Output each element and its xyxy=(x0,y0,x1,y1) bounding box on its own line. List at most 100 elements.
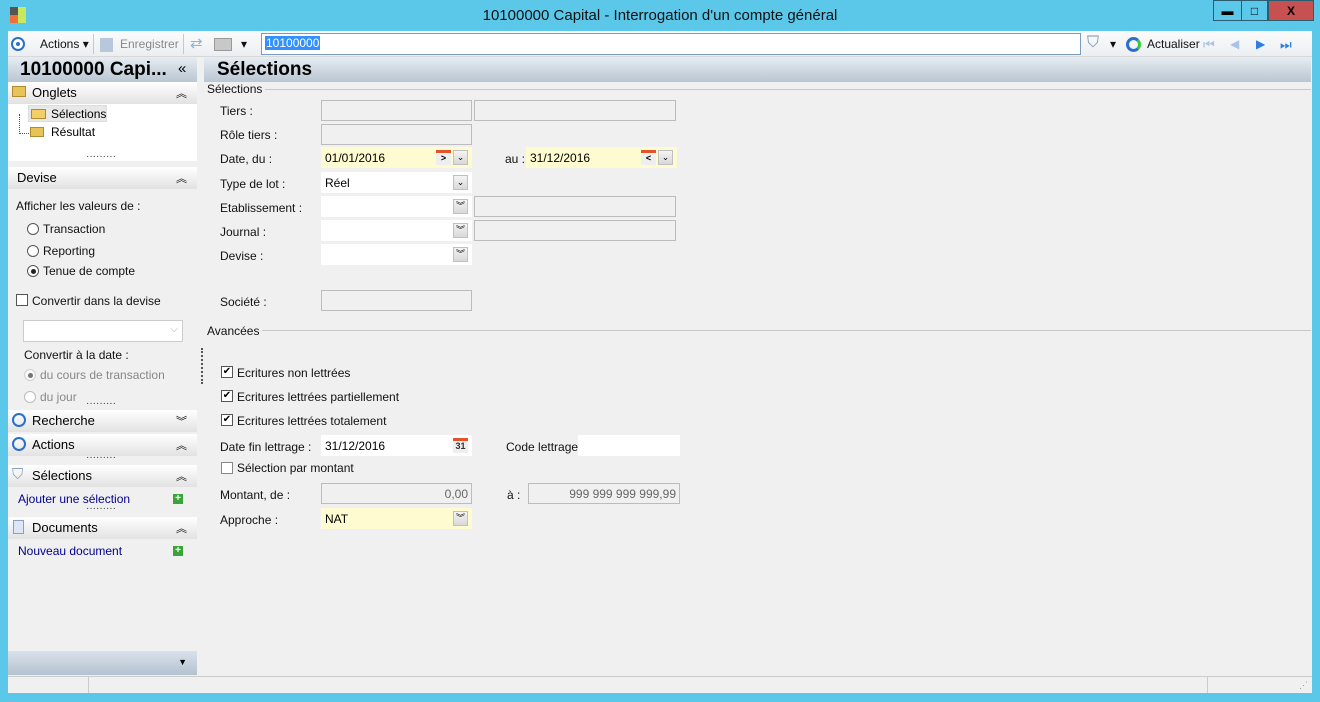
group-devise[interactable]: Devise ︽ xyxy=(8,167,197,189)
first-record-icon[interactable]: ⏮ xyxy=(1203,37,1215,53)
status-divider xyxy=(88,677,89,693)
radio-label: du cours de transaction xyxy=(40,368,165,382)
folder-icon xyxy=(30,127,44,137)
splitter[interactable]: ········· xyxy=(86,503,116,514)
chk-non-lettrees[interactable]: ✔ xyxy=(221,366,233,378)
role-field[interactable] xyxy=(321,124,472,145)
convertir-date-label: Convertir à la date : xyxy=(24,348,129,362)
refresh-button[interactable]: Actualiser xyxy=(1147,37,1200,51)
date-fin-input[interactable]: 31/12/2016 31 xyxy=(321,435,472,456)
group-selections[interactable]: ⛉ Sélections ︽ xyxy=(8,465,197,487)
convertir-label: Convertir dans la devise xyxy=(32,294,161,308)
code-lettrage-input[interactable] xyxy=(578,435,680,456)
code-lettrage-label: Code lettrage : xyxy=(506,440,585,454)
maximize-button[interactable]: □ xyxy=(1241,0,1268,21)
open-folder-icon xyxy=(31,109,46,119)
last-record-icon[interactable]: ⏭ xyxy=(1280,37,1292,53)
radio-transaction[interactable] xyxy=(27,223,39,235)
group-onglets[interactable]: Onglets ︽ xyxy=(8,82,197,104)
devise-label: Devise : xyxy=(220,249,264,263)
double-chevron-icon[interactable]: ︾ xyxy=(453,511,468,526)
montant-label: Montant, de : xyxy=(220,488,291,502)
print-dropdown-icon[interactable]: ▾ xyxy=(241,37,247,51)
chk-selection-montant[interactable] xyxy=(221,462,233,474)
actions-icon xyxy=(12,437,26,451)
devise-select[interactable]: ︾ xyxy=(321,244,472,265)
radio-du-jour[interactable] xyxy=(24,391,36,403)
type-lot-select[interactable]: Réel ⌄ xyxy=(321,172,472,193)
radio-tenue-de-compte[interactable] xyxy=(27,265,39,277)
sync-icon[interactable]: ⇄ xyxy=(190,34,203,52)
convertir-checkbox[interactable] xyxy=(16,294,28,306)
save-button[interactable]: Enregistrer xyxy=(120,37,179,51)
radio-cours-transaction[interactable] xyxy=(24,369,36,381)
filter-dropdown-icon[interactable]: ▾ xyxy=(1110,37,1116,51)
actions-menu[interactable]: Actions ▾ xyxy=(40,37,89,51)
dropdown-button[interactable]: ⌄ xyxy=(453,175,468,190)
currency-select[interactable]: ⌵ xyxy=(23,320,183,342)
section-heading: Sélections xyxy=(207,82,266,96)
splitter[interactable] xyxy=(201,348,203,384)
etablissement-name-field[interactable] xyxy=(474,196,676,217)
date-fin-label: Date fin lettrage : xyxy=(220,440,312,454)
collapse-panel-button[interactable]: « xyxy=(178,60,186,77)
journal-name-field[interactable] xyxy=(474,220,676,241)
double-chevron-icon[interactable]: ︾ xyxy=(453,199,468,214)
etablissement-label: Etablissement : xyxy=(220,201,303,215)
search-input[interactable]: 10100000 xyxy=(261,33,1081,55)
splitter[interactable]: ········· xyxy=(86,398,116,409)
divider xyxy=(210,89,1311,90)
panel-overflow-bar[interactable]: ▼ xyxy=(8,651,197,675)
approche-select[interactable]: NAT ︾ xyxy=(321,508,472,529)
recherche-label: Recherche xyxy=(32,413,95,428)
next-record-icon[interactable]: ▶ xyxy=(1256,37,1265,51)
chk-lettrees-partiellement[interactable]: ✔ xyxy=(221,390,233,402)
tiers-field[interactable] xyxy=(321,100,472,121)
double-chevron-icon[interactable]: ︾ xyxy=(453,247,468,262)
close-button[interactable]: X xyxy=(1268,0,1314,21)
new-document-link[interactable]: Nouveau document xyxy=(18,544,122,558)
separator xyxy=(93,34,94,54)
chk-lettrees-totalement[interactable]: ✔ xyxy=(221,414,233,426)
montant-to-field[interactable]: 999 999 999 999,99 xyxy=(528,483,680,504)
date-from-input[interactable]: 01/01/2016 > ⌄ xyxy=(321,147,472,168)
dropdown-button[interactable]: ⌄ xyxy=(658,150,673,165)
calendar-icon[interactable]: 31 xyxy=(453,438,468,453)
calendar-prev-icon[interactable]: < xyxy=(641,150,656,165)
divider xyxy=(210,330,1311,331)
societe-field[interactable] xyxy=(321,290,472,311)
resize-grip-icon[interactable]: ⋰ xyxy=(1299,680,1308,691)
radio-label: Transaction xyxy=(43,222,106,236)
tab-label: Sélections xyxy=(51,107,107,121)
left-panel-title: 10100000 Capi... xyxy=(8,57,197,82)
tiers-name-field[interactable] xyxy=(474,100,676,121)
checkbox-label: Ecritures lettrées totalement xyxy=(237,414,387,428)
checkbox-label: Sélection par montant xyxy=(237,461,354,475)
add-icon[interactable]: + xyxy=(173,494,183,504)
tab-item-resultat[interactable]: Résultat xyxy=(28,124,107,141)
previous-record-icon[interactable]: ◀ xyxy=(1230,37,1239,51)
client-area xyxy=(8,31,1312,693)
etablissement-select[interactable]: ︾ xyxy=(321,196,472,217)
print-icon[interactable] xyxy=(214,38,232,51)
group-documents[interactable]: Documents ︽ xyxy=(8,517,197,539)
tab-item-selections[interactable]: Sélections xyxy=(28,105,107,122)
journal-label: Journal : xyxy=(220,225,267,239)
dropdown-button[interactable]: ⌄ xyxy=(453,150,468,165)
add-icon[interactable]: + xyxy=(173,546,183,556)
filter-icon[interactable]: ⛉ xyxy=(1087,34,1099,52)
chevron-down-icon: ⌵ xyxy=(170,324,178,335)
montant-to-label: à : xyxy=(507,488,521,502)
double-chevron-icon[interactable]: ︾ xyxy=(453,223,468,238)
calendar-next-icon[interactable]: > xyxy=(436,150,451,165)
date-to-input[interactable]: 31/12/2016 < ⌄ xyxy=(526,147,677,168)
splitter[interactable]: ········· xyxy=(86,452,116,463)
radio-reporting[interactable] xyxy=(27,245,39,257)
montant-from-field[interactable]: 0,00 xyxy=(321,483,472,504)
tiers-label: Tiers : xyxy=(220,104,253,118)
splitter[interactable]: ········· xyxy=(86,151,116,162)
type-lot-label: Type de lot : xyxy=(220,177,286,191)
minimize-button[interactable]: ▬ xyxy=(1213,0,1242,21)
group-recherche[interactable]: Recherche ︾ xyxy=(8,410,197,432)
journal-select[interactable]: ︾ xyxy=(321,220,472,241)
